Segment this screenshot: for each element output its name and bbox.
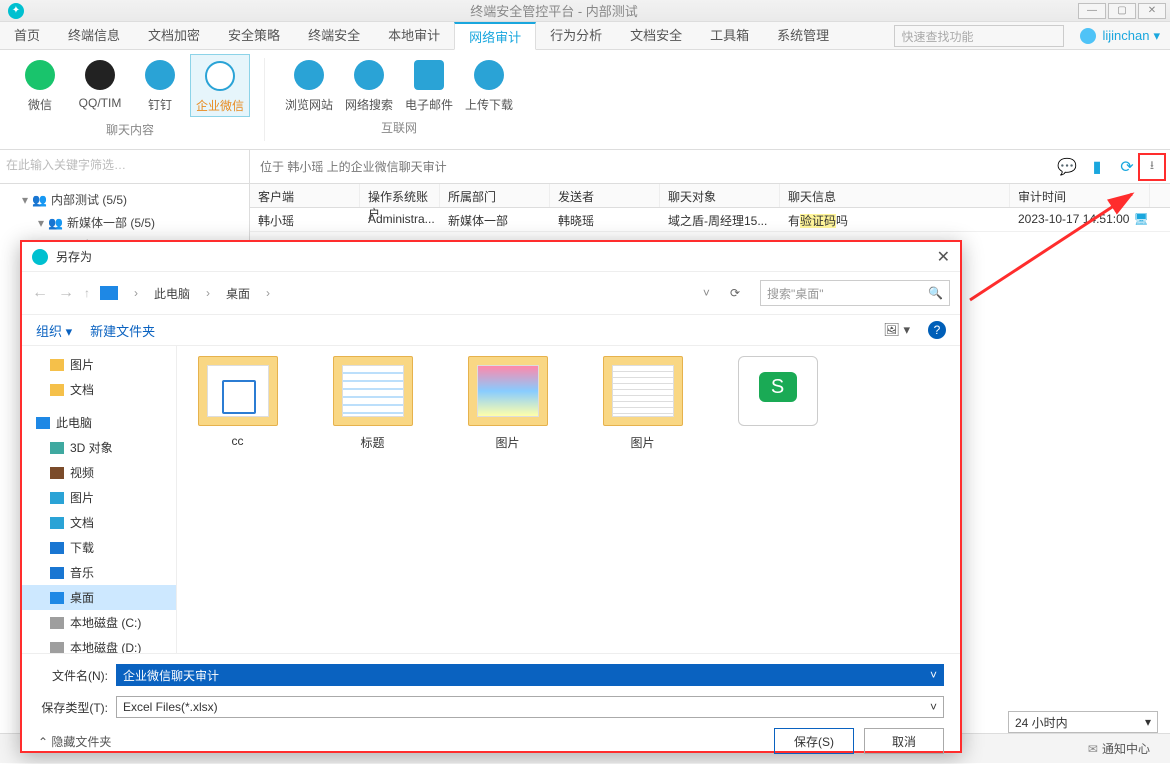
side-drive-d[interactable]: 本地磁盘 (D:) bbox=[22, 635, 176, 653]
breadcrumb-desktop[interactable]: 桌面 bbox=[226, 285, 250, 302]
side-pictures-quick[interactable]: 图片 bbox=[22, 352, 176, 377]
tab-behavior[interactable]: 行为分析 bbox=[536, 22, 616, 49]
tab-terminal-info[interactable]: 终端信息 bbox=[54, 22, 134, 49]
side-drive-c[interactable]: 本地磁盘 (C:) bbox=[22, 610, 176, 635]
this-pc-icon bbox=[100, 286, 118, 300]
nav-back-button[interactable]: ← bbox=[32, 284, 48, 302]
export-download-button[interactable]: ⭳ bbox=[1138, 153, 1166, 181]
quick-search-input[interactable]: 快速查找功能 bbox=[894, 25, 1064, 47]
close-button[interactable]: ✕ bbox=[1138, 3, 1166, 19]
side-desktop[interactable]: 桌面 bbox=[22, 585, 176, 610]
refresh-icon[interactable]: ⟳ bbox=[1116, 156, 1138, 178]
tab-network-audit[interactable]: 网络审计 bbox=[454, 22, 536, 50]
tree-filter-input[interactable]: 在此输入关键字筛选… bbox=[0, 150, 250, 183]
ribbon-websearch[interactable]: 网络搜索 bbox=[339, 54, 399, 115]
ribbon-group-chat-label: 聊天内容 bbox=[10, 121, 250, 138]
side-videos[interactable]: 视频 bbox=[22, 460, 176, 485]
tab-toolbox[interactable]: 工具箱 bbox=[696, 22, 763, 49]
ribbon-updown[interactable]: 上传下载 bbox=[459, 54, 519, 115]
maximize-button[interactable]: ▢ bbox=[1108, 3, 1136, 19]
nav-refresh-button[interactable]: ⟳ bbox=[730, 286, 740, 300]
filetype-select[interactable]: Excel Files(*.xlsx)˅ bbox=[116, 696, 944, 718]
file-list: cc 标题 图片 图片 bbox=[177, 346, 960, 653]
tab-doc-encrypt[interactable]: 文档加密 bbox=[134, 22, 214, 49]
main-tabbar: 首页 终端信息 文档加密 安全策略 终端安全 本地审计 网络审计 行为分析 文档… bbox=[0, 22, 1170, 50]
card-view-icon[interactable]: ▮ bbox=[1086, 156, 1108, 178]
dialog-close-button[interactable]: ✕ bbox=[937, 247, 950, 267]
file-excel[interactable] bbox=[725, 356, 830, 434]
tab-local-audit[interactable]: 本地审计 bbox=[374, 22, 454, 49]
mail-icon: ✉ bbox=[1088, 742, 1098, 756]
filetype-label: 保存类型(T): bbox=[38, 699, 108, 716]
monitor-icon: 🖥 bbox=[1133, 212, 1148, 226]
tab-system[interactable]: 系统管理 bbox=[763, 22, 843, 49]
ribbon-browse[interactable]: 浏览网站 bbox=[279, 54, 339, 115]
ribbon-dingtalk[interactable]: 钉钉 bbox=[130, 54, 190, 117]
folder-title[interactable]: 标题 bbox=[320, 356, 425, 451]
table-header: 客户端 操作系统账户 所属部门 发送者 聊天对象 聊天信息 审计时间 bbox=[250, 184, 1170, 208]
dialog-app-icon bbox=[32, 249, 48, 265]
tree-root[interactable]: 内部测试 (5/5) bbox=[51, 193, 127, 207]
folder-cc[interactable]: cc bbox=[185, 356, 290, 448]
ribbon-qq[interactable]: QQ/TIM bbox=[70, 54, 130, 117]
new-folder-button[interactable]: 新建文件夹 bbox=[90, 321, 155, 340]
chat-bubble-icon[interactable]: 💬 bbox=[1056, 156, 1078, 178]
ribbon-wxwork[interactable]: 企业微信 bbox=[190, 54, 250, 117]
table-row[interactable]: 韩小瑶 Administra... 新媒体一部 韩晓瑶 域之盾-周经理15...… bbox=[250, 208, 1170, 232]
save-as-dialog: 另存为 ✕ ← → ↑ › 此电脑 › 桌面 › ˅ ⟳ 搜索"桌面"🔍 组织 … bbox=[20, 240, 962, 753]
minimize-button[interactable]: ― bbox=[1078, 3, 1106, 19]
breadcrumb-pc[interactable]: 此电脑 bbox=[154, 285, 190, 302]
hide-folders-toggle[interactable]: ⌃ 隐藏文件夹 bbox=[38, 733, 111, 750]
cancel-button[interactable]: 取消 bbox=[864, 728, 944, 754]
view-mode-button[interactable]: 🖼 ▾ bbox=[883, 322, 910, 338]
location-text: 位于 韩小瑶 上的企业微信聊天审计 bbox=[260, 158, 447, 175]
side-3d-objects[interactable]: 3D 对象 bbox=[22, 435, 176, 460]
dialog-search-input[interactable]: 搜索"桌面"🔍 bbox=[760, 280, 950, 306]
ribbon-email[interactable]: 电子邮件 bbox=[399, 54, 459, 115]
app-logo-icon: ✦ bbox=[8, 3, 24, 19]
ribbon-group-internet-label: 互联网 bbox=[279, 119, 519, 136]
tab-terminal-security[interactable]: 终端安全 bbox=[294, 22, 374, 49]
username-label: lijinchan bbox=[1102, 28, 1149, 43]
tab-security-policy[interactable]: 安全策略 bbox=[214, 22, 294, 49]
side-pictures[interactable]: 图片 bbox=[22, 485, 176, 510]
side-downloads[interactable]: 下载 bbox=[22, 535, 176, 560]
tree-dept[interactable]: 新媒体一部 (5/5) bbox=[67, 216, 155, 230]
tab-doc-security[interactable]: 文档安全 bbox=[616, 22, 696, 49]
highlight-text: 验证码 bbox=[800, 214, 836, 228]
user-menu[interactable]: lijinchan ▾ bbox=[1070, 22, 1170, 49]
nav-forward-button[interactable]: → bbox=[58, 284, 74, 302]
side-this-pc[interactable]: 此电脑 bbox=[22, 410, 176, 435]
folder-blur-image[interactable]: 图片 bbox=[455, 356, 560, 451]
ribbon-wechat[interactable]: 微信 bbox=[10, 54, 70, 117]
window-title: 终端安全管控平台 - 内部测试 bbox=[32, 1, 1076, 20]
dialog-sidebar: 图片 文档 此电脑 3D 对象 视频 图片 文档 下载 音乐 桌面 本地磁盘 (… bbox=[22, 346, 177, 653]
avatar-icon bbox=[1080, 28, 1096, 44]
time-filter-select[interactable]: 24 小时内▾ bbox=[1008, 711, 1158, 733]
tab-home[interactable]: 首页 bbox=[0, 22, 54, 49]
folder-image[interactable]: 图片 bbox=[590, 356, 695, 451]
side-documents[interactable]: 文档 bbox=[22, 510, 176, 535]
side-music[interactable]: 音乐 bbox=[22, 560, 176, 585]
notification-center[interactable]: 通知中心 bbox=[1102, 740, 1150, 757]
filename-input[interactable]: 企业微信聊天审计˅ bbox=[116, 664, 944, 686]
help-icon[interactable]: ? bbox=[928, 321, 946, 339]
dialog-title: 另存为 bbox=[56, 248, 92, 265]
side-documents-quick[interactable]: 文档 bbox=[22, 377, 176, 402]
organize-menu[interactable]: 组织 ▾ bbox=[36, 321, 72, 340]
filename-label: 文件名(N): bbox=[38, 667, 108, 684]
nav-up-button[interactable]: ↑ bbox=[84, 286, 90, 300]
path-dropdown[interactable]: ˅ bbox=[703, 286, 710, 300]
save-button[interactable]: 保存(S) bbox=[774, 728, 854, 754]
